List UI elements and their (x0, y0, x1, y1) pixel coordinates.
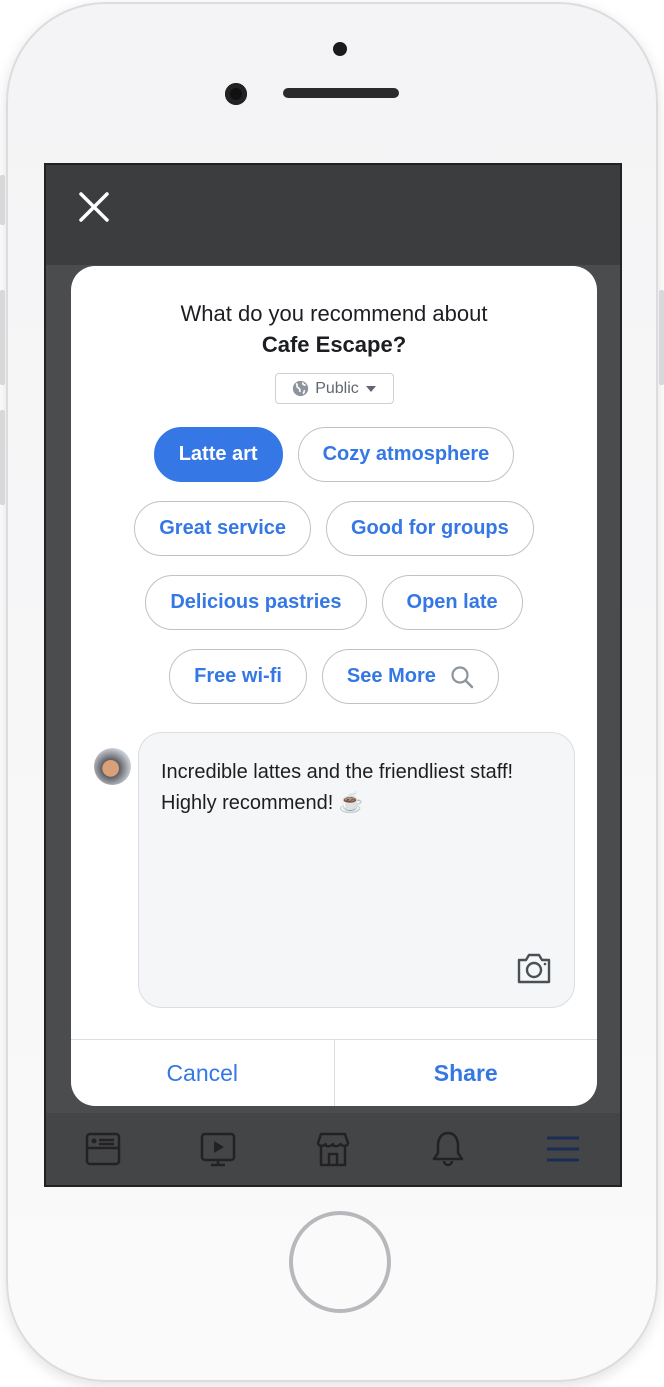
dialog-actions: Cancel Share (71, 1039, 597, 1106)
front-camera (225, 83, 247, 105)
power-button (659, 290, 664, 385)
search-icon (451, 665, 474, 688)
earpiece (283, 88, 399, 98)
chip-label: Good for groups (351, 517, 509, 539)
volume-down (0, 410, 5, 505)
screen: What do you recommend about Cafe Escape?… (44, 163, 622, 1187)
recommendation-textarea[interactable]: Incredible lattes and the friendliest st… (138, 732, 575, 1008)
privacy-selector[interactable]: Public (275, 373, 394, 404)
chip-latte-art[interactable]: Latte art (153, 427, 283, 482)
chip-open-late[interactable]: Open late (381, 575, 523, 630)
volume-up (0, 290, 5, 385)
notifications-icon[interactable] (428, 1129, 468, 1169)
chip-good-for-groups[interactable]: Good for groups (326, 501, 534, 556)
chip-label: See More (346, 665, 436, 687)
see-more-button[interactable]: See More (321, 649, 499, 704)
chip-cozy-atmosphere[interactable]: Cozy atmosphere (297, 427, 515, 482)
bottom-tab-bar (46, 1113, 620, 1185)
chip-label: Open late (406, 591, 498, 613)
privacy-label: Public (315, 379, 359, 397)
tag-chips: Latte art Cozy atmosphere Great service … (71, 427, 597, 704)
share-button[interactable]: Share (333, 1040, 598, 1106)
place-name: Cafe Escape? (261, 332, 407, 357)
proximity-sensor (333, 42, 347, 56)
composer-text: Incredible lattes and the friendliest st… (161, 761, 514, 814)
home-button[interactable] (289, 1211, 391, 1313)
recommend-dialog: What do you recommend about Cafe Escape?… (71, 266, 597, 1106)
chip-label: Latte art (178, 443, 258, 465)
marketplace-icon[interactable] (313, 1129, 353, 1169)
camera-icon[interactable] (516, 951, 552, 985)
cancel-button[interactable]: Cancel (71, 1040, 334, 1106)
globe-icon (293, 380, 309, 397)
chip-label: Cozy atmosphere (322, 443, 490, 465)
caret-down-icon (365, 385, 376, 392)
news-feed-icon[interactable] (83, 1129, 123, 1169)
chip-great-service[interactable]: Great service (134, 501, 311, 556)
avatar (94, 748, 131, 785)
chip-label: Great service (159, 517, 286, 539)
menu-icon[interactable] (543, 1129, 583, 1169)
watch-icon[interactable] (198, 1129, 238, 1169)
close-icon[interactable] (76, 189, 112, 225)
chip-label: Free wi-fi (194, 665, 282, 687)
top-bar (46, 165, 620, 265)
title-text: What do you recommend about (180, 301, 488, 326)
chip-delicious-pastries[interactable]: Delicious pastries (145, 575, 367, 630)
mute-switch (0, 175, 5, 225)
chip-label: Delicious pastries (170, 591, 342, 613)
dialog-title: What do you recommend about Cafe Escape? (71, 298, 597, 360)
chip-free-wifi[interactable]: Free wi-fi (169, 649, 307, 704)
